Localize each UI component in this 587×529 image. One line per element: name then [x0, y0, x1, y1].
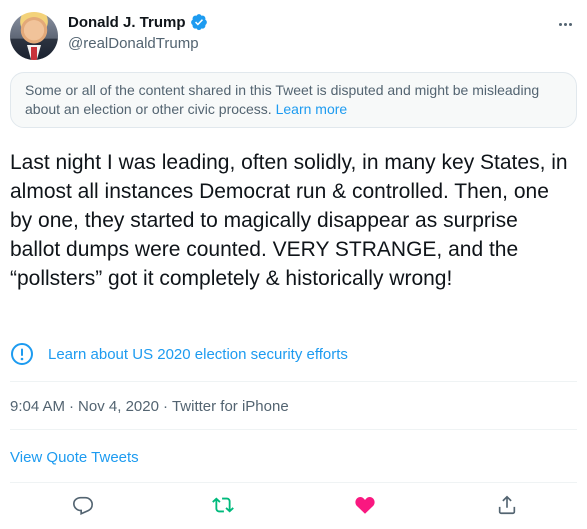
- heart-icon: [355, 496, 375, 514]
- view-quote-tweets-link[interactable]: View Quote Tweets: [10, 449, 139, 466]
- like-button[interactable]: [352, 492, 378, 518]
- verified-badge-icon: [190, 13, 208, 31]
- more-options-icon[interactable]: [553, 14, 577, 34]
- exclamation-circle-icon: [11, 343, 33, 365]
- tweet-header: Donald J. Trump @realDonaldTrump: [10, 8, 577, 60]
- retweet-icon: [212, 497, 234, 513]
- divider: [10, 482, 577, 483]
- share-button[interactable]: [494, 492, 520, 518]
- meta-separator: ·: [69, 398, 75, 415]
- tweet-text: Last night I was leading, often solidly,…: [10, 151, 568, 290]
- share-icon: [498, 495, 516, 515]
- avatar-tie: [31, 47, 37, 60]
- tweet-actions: [10, 490, 577, 520]
- tweet-date[interactable]: Nov 4, 2020: [78, 398, 159, 415]
- tweet-time[interactable]: 9:04 AM: [10, 398, 65, 415]
- tweet-metadata: 9:04 AM · Nov 4, 2020 · Twitter for iPhone: [10, 398, 289, 415]
- name-row: Donald J. Trump: [68, 13, 208, 31]
- reply-icon: [73, 496, 93, 515]
- learn-more-link[interactable]: Learn more: [276, 101, 348, 117]
- disputed-notice: Some or all of the content shared in thi…: [10, 72, 577, 128]
- meta-separator: ·: [162, 398, 168, 415]
- election-security-label: Learn about US 2020 election security ef…: [48, 345, 348, 363]
- user-handle[interactable]: @realDonaldTrump: [68, 35, 199, 52]
- reply-button[interactable]: [70, 492, 96, 518]
- divider: [10, 429, 577, 430]
- retweet-button[interactable]: [210, 492, 236, 518]
- display-name[interactable]: Donald J. Trump: [68, 14, 186, 31]
- divider: [10, 381, 577, 382]
- avatar[interactable]: [10, 12, 58, 60]
- election-security-link[interactable]: Learn about US 2020 election security ef…: [10, 342, 348, 366]
- tweet-source[interactable]: Twitter for iPhone: [172, 398, 289, 415]
